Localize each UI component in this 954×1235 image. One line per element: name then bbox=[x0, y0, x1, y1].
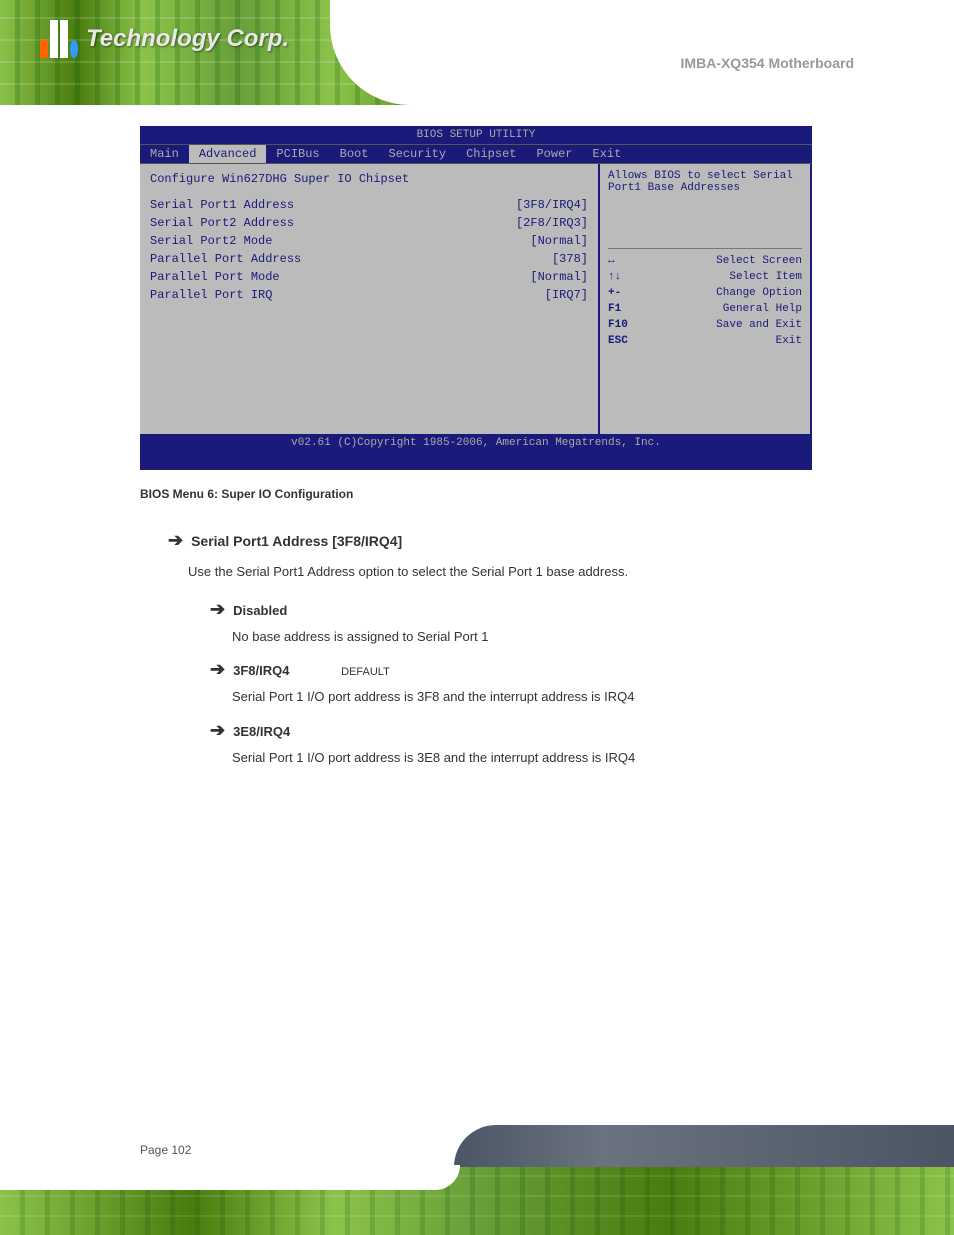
doc-body: BIOS Menu 6: Super IO Configuration ➔ Se… bbox=[140, 485, 812, 775]
bios-title: BIOS SETUP UTILITY bbox=[140, 126, 812, 144]
bios-tab-main[interactable]: Main bbox=[140, 145, 189, 163]
bios-row: Parallel Port IRQ[IRQ7] bbox=[150, 286, 588, 304]
brand-text: Technology Corp. bbox=[86, 25, 289, 53]
sub-option: ➔ 3F8/IRQ4 DEFAULT bbox=[210, 656, 812, 683]
bios-footer: v02.61 (C)Copyright 1985-2006, American … bbox=[140, 434, 812, 452]
option-desc: Use the Serial Port1 Address option to s… bbox=[188, 562, 812, 582]
bios-row: Parallel Port Mode[Normal] bbox=[150, 268, 588, 286]
arrow-right-icon: ➔ bbox=[210, 596, 225, 623]
bios-row: Serial Port2 Mode[Normal] bbox=[150, 232, 588, 250]
bios-tab-security[interactable]: Security bbox=[378, 145, 456, 163]
sub-option-desc: No base address is assigned to Serial Po… bbox=[232, 627, 812, 647]
bios-tab-boot[interactable]: Boot bbox=[330, 145, 379, 163]
arrow-right-icon: ➔ bbox=[210, 656, 225, 683]
arrow-right-icon: ➔ bbox=[168, 527, 183, 554]
sub-option-label: Disabled bbox=[233, 601, 333, 621]
footer-circuit-band bbox=[0, 1125, 954, 1235]
page-number: Page 102 bbox=[140, 1143, 191, 1157]
arrow-right-icon: ➔ bbox=[210, 717, 225, 744]
bios-tab-pcibus[interactable]: PCIBus bbox=[266, 145, 329, 163]
bios-row: Configure Win627DHG Super IO Chipset bbox=[150, 170, 588, 188]
bios-row: Parallel Port Address[378] bbox=[150, 250, 588, 268]
option-name: Serial Port1 Address [3F8/IRQ4] bbox=[191, 531, 402, 552]
bios-row: Serial Port1 Address[3F8/IRQ4] bbox=[150, 196, 588, 214]
option-header: ➔ Serial Port1 Address [3F8/IRQ4] bbox=[168, 527, 812, 554]
bios-tab-exit[interactable]: Exit bbox=[583, 145, 632, 163]
sub-option-label: 3F8/IRQ4 bbox=[233, 661, 333, 681]
figure-caption: BIOS Menu 6: Super IO Configuration bbox=[140, 485, 812, 503]
bios-tab-power[interactable]: Power bbox=[526, 145, 582, 163]
sub-option: ➔ Disabled bbox=[210, 596, 812, 623]
bios-tab-chipset[interactable]: Chipset bbox=[456, 145, 526, 163]
bios-hint: Allows BIOS to select Serial Port1 Base … bbox=[608, 170, 802, 194]
bios-right-panel: Allows BIOS to select Serial Port1 Base … bbox=[600, 164, 810, 434]
doc-title: IMBA-XQ354 Motherboard bbox=[681, 55, 854, 71]
bios-screenshot: BIOS SETUP UTILITY Main Advanced PCIBus … bbox=[140, 126, 812, 470]
bios-tab-bar: Main Advanced PCIBus Boot Security Chips… bbox=[140, 144, 812, 164]
bios-row: Serial Port2 Address[2F8/IRQ3] bbox=[150, 214, 588, 232]
sub-option-default: DEFAULT bbox=[341, 664, 390, 681]
sub-option-label: 3E8/IRQ4 bbox=[233, 722, 333, 742]
brand-logo: Technology Corp. bbox=[40, 20, 289, 58]
bios-tab-advanced[interactable]: Advanced bbox=[189, 145, 267, 163]
sub-option: ➔ 3E8/IRQ4 bbox=[210, 717, 812, 744]
sub-option-desc: Serial Port 1 I/O port address is 3E8 an… bbox=[232, 748, 812, 768]
bios-left-panel: Configure Win627DHG Super IO Chipset Ser… bbox=[140, 164, 600, 434]
sub-option-desc: Serial Port 1 I/O port address is 3F8 an… bbox=[232, 687, 812, 707]
